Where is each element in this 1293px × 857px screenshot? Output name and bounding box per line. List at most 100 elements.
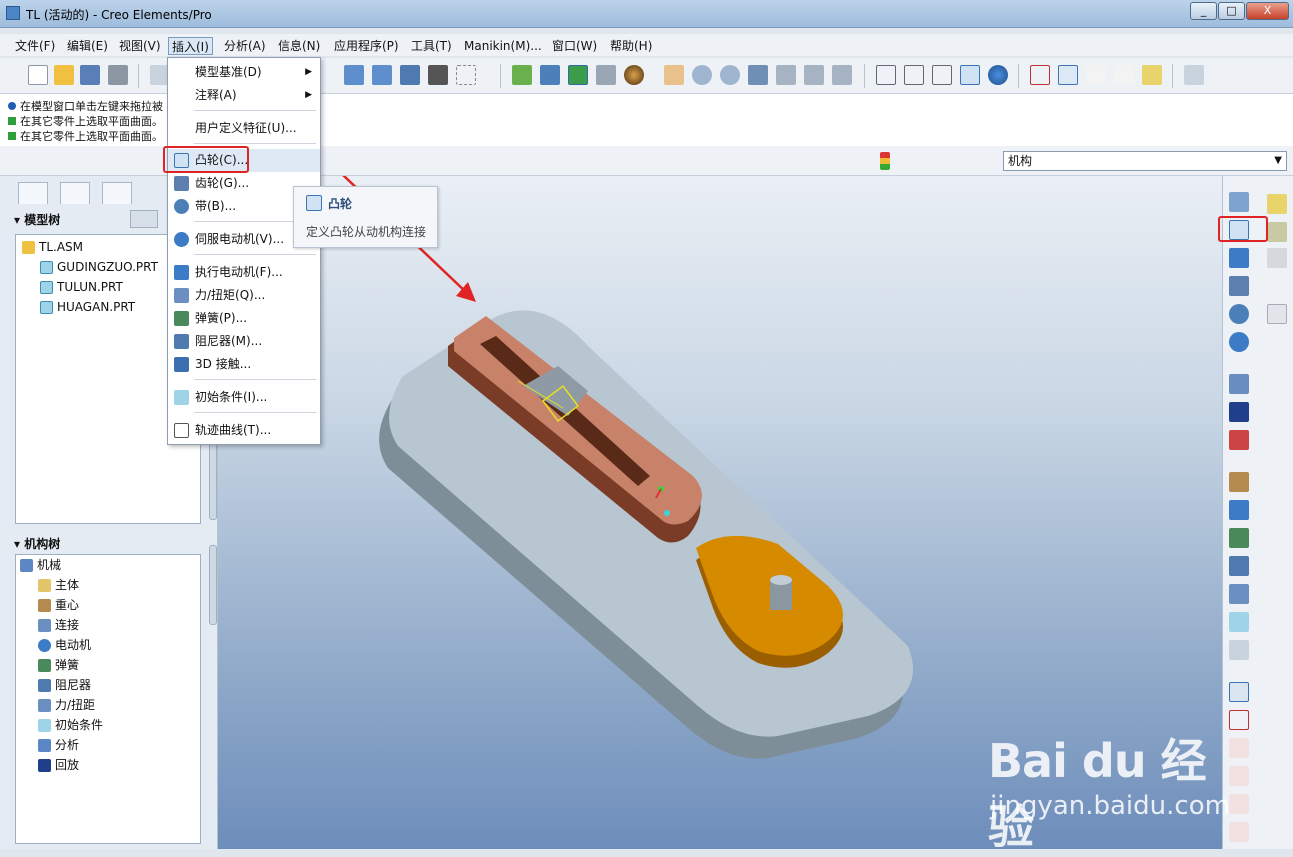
coordinate-system-icon[interactable] [1114,65,1134,85]
menu-tools[interactable]: 工具(T) [408,37,455,55]
annotation-edit-icon[interactable] [1267,222,1287,242]
damper-icon[interactable] [1229,556,1249,576]
menu-file[interactable]: 文件(F) [12,37,58,55]
tree-item[interactable]: 重心 [38,595,79,615]
tree-item[interactable]: 力/扭距 [38,695,95,715]
datum-point-icon[interactable] [1086,65,1106,85]
note-icon[interactable] [1267,194,1287,214]
select-box-icon[interactable] [456,65,476,85]
tree-item[interactable]: 初始条件 [38,715,103,735]
analysis-icon[interactable] [1229,374,1249,394]
tree-item[interactable]: 机械 [20,555,61,575]
panel-resize-handle[interactable] [209,440,217,520]
menu-item-udf[interactable]: 用户定义特征(U)... [168,117,320,140]
menu-help[interactable]: 帮助(H) [607,37,655,55]
open-icon[interactable] [54,65,74,85]
saved-views-icon[interactable] [804,65,824,85]
wireframe-icon[interactable] [876,65,896,85]
csys-icon[interactable] [1229,822,1249,842]
menu-item-trace-curve[interactable]: 轨迹曲线(T)... [168,419,320,442]
menu-manikin[interactable]: Manikin(M)... [461,37,545,55]
minimize-button[interactable]: _ [1190,2,1217,20]
datum-plane-icon[interactable] [1030,65,1050,85]
measure-results-icon[interactable] [1229,430,1249,450]
menu-item-3d-contact[interactable]: 3D 接触... [168,353,320,376]
menu-edit[interactable]: 编辑(E) [64,37,111,55]
shading-icon[interactable] [960,65,980,85]
tree-item[interactable]: HUAGAN.PRT [40,297,135,317]
servo-motor-icon[interactable] [1229,332,1249,352]
binoculars-icon[interactable] [428,65,448,85]
refit-icon[interactable] [748,65,768,85]
regenerate-icon[interactable] [344,65,364,85]
belt-icon[interactable] [1229,304,1249,324]
mass-properties-icon[interactable] [1229,640,1249,660]
zoom-in-icon[interactable] [692,65,712,85]
menu-item-model-datum[interactable]: 模型基准(D) ▶ [168,61,320,84]
appearance-icon[interactable] [624,65,644,85]
gear-icon[interactable] [1229,276,1249,296]
maximize-button[interactable]: □ [1218,2,1245,20]
menu-item-damper[interactable]: 阻尼器(M)... [168,330,320,353]
enhanced-realism-icon[interactable] [988,65,1008,85]
tree-item[interactable]: TULUN.PRT [40,277,123,297]
filter-select[interactable]: 机构 ▼ [1003,151,1287,171]
annotation-move-icon[interactable] [1267,248,1287,268]
layer-icon[interactable] [512,65,532,85]
playback-icon[interactable] [1229,402,1249,422]
find-icon[interactable] [400,65,420,85]
close-button[interactable]: X [1246,2,1289,20]
menu-item-force-torque[interactable]: 力/扭矩(Q)... [168,284,320,307]
tree-item[interactable]: 分析 [38,735,79,755]
traffic-light-icon[interactable] [880,152,890,170]
tree-item[interactable]: GUDINGZUO.PRT [40,257,158,277]
initial-condition-icon[interactable] [1229,612,1249,632]
tab-model-tree[interactable] [18,182,48,204]
menu-info[interactable]: 信息(N) [275,37,323,55]
tree-item[interactable]: 主体 [38,575,79,595]
model-tree-toggle-icon[interactable] [568,65,588,85]
tab-folder-browser[interactable] [60,182,90,204]
tree-item[interactable]: 电动机 [38,635,91,655]
reorient-icon[interactable] [776,65,796,85]
layers-stack-icon[interactable] [832,65,852,85]
print-icon[interactable] [108,65,128,85]
graphics-window[interactable] [218,176,1222,849]
tab-favorites[interactable] [102,182,132,204]
annotation-icon[interactable] [1142,65,1162,85]
view-manager-icon[interactable] [596,65,616,85]
new-icon[interactable] [28,65,48,85]
menu-insert[interactable]: 插入(I) [168,37,213,55]
curve-icon[interactable] [1229,682,1249,702]
zoom-out-icon[interactable] [720,65,740,85]
menu-view[interactable]: 视图(V) [116,37,164,55]
tree-item[interactable]: TL.ASM [22,237,83,257]
axis-icon[interactable] [1229,738,1249,758]
menu-applications[interactable]: 应用程序(P) [331,37,402,55]
menu-item-initial-condition[interactable]: 初始条件(I)... [168,386,320,409]
tree-settings-icon[interactable] [130,210,158,228]
context-help-icon[interactable] [1184,65,1204,85]
tree-item[interactable]: 回放 [38,755,79,775]
datum-axis-icon[interactable] [1058,65,1078,85]
model-tree-header[interactable]: ▾ 模型树 [14,211,60,228]
point-icon[interactable] [1229,794,1249,814]
panel-resize-handle[interactable] [209,545,217,625]
menu-item-annotation[interactable]: 注释(A) ▶ [168,84,320,107]
menu-analysis[interactable]: 分析(A) [221,37,269,55]
pan-icon[interactable] [664,65,684,85]
gravity-icon[interactable] [1229,472,1249,492]
component-display-icon[interactable] [540,65,560,85]
tree-item[interactable]: 阻尼器 [38,675,91,695]
grid-icon[interactable] [1267,304,1287,324]
force-torque-icon[interactable] [1229,584,1249,604]
save-icon[interactable] [80,65,100,85]
connect-icon[interactable] [1229,248,1249,268]
execute-motor-icon[interactable] [1229,500,1249,520]
spring-icon[interactable] [1229,528,1249,548]
regenerate-manager-icon[interactable] [372,65,392,85]
mech-tree-header[interactable]: ▾ 机构树 [14,535,60,552]
menu-window[interactable]: 窗口(W) [549,37,600,55]
hidden-line-icon[interactable] [904,65,924,85]
plane-icon[interactable] [1229,710,1249,730]
